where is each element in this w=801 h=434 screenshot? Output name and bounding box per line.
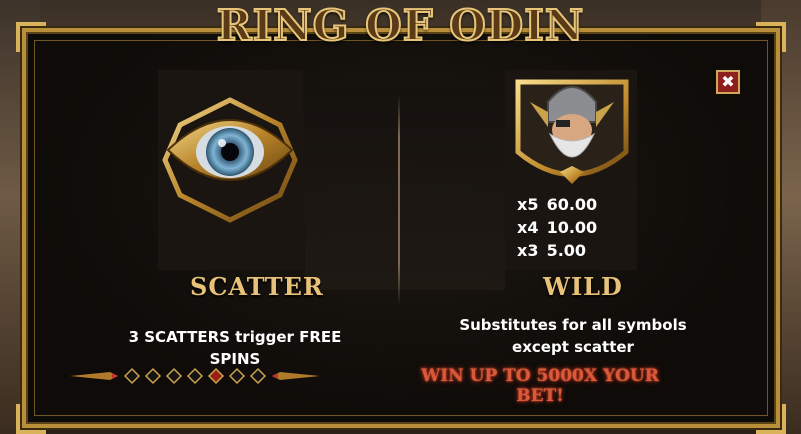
page-dot[interactable] — [228, 367, 246, 385]
wild-paytable: x5 60.00 x4 10.00 x3 5.00 — [517, 193, 597, 262]
scatter-description: 3 SCATTERS trigger FREE SPINS — [128, 328, 342, 368]
wild-odin-icon — [515, 79, 629, 184]
pay-row: x5 60.00 — [517, 195, 598, 214]
page-dot[interactable] — [186, 367, 204, 385]
page-dot-active[interactable] — [207, 367, 225, 385]
page-dot[interactable] — [249, 367, 267, 385]
pay-row: x4 10.00 — [517, 218, 598, 237]
wild-title: WILD — [543, 272, 623, 301]
panel-divider — [398, 95, 400, 305]
pay-row: x3 5.00 — [517, 241, 587, 260]
page-dot[interactable] — [123, 367, 141, 385]
game-title-logo: RING OF ODIN — [216, 0, 585, 51]
temple-background — [305, 90, 505, 290]
wild-description: Substitutes for all symbols except scatt… — [459, 316, 687, 356]
page-indicator — [70, 367, 320, 385]
scatter-eye-icon — [162, 97, 298, 223]
scatter-title: SCATTER — [190, 272, 324, 301]
page-dot[interactable] — [144, 367, 162, 385]
page-dot[interactable] — [165, 367, 183, 385]
max-win-banner: WIN UP TO 5000X YOUR BET! — [421, 366, 659, 406]
close-button[interactable]: ✖ — [716, 70, 740, 94]
